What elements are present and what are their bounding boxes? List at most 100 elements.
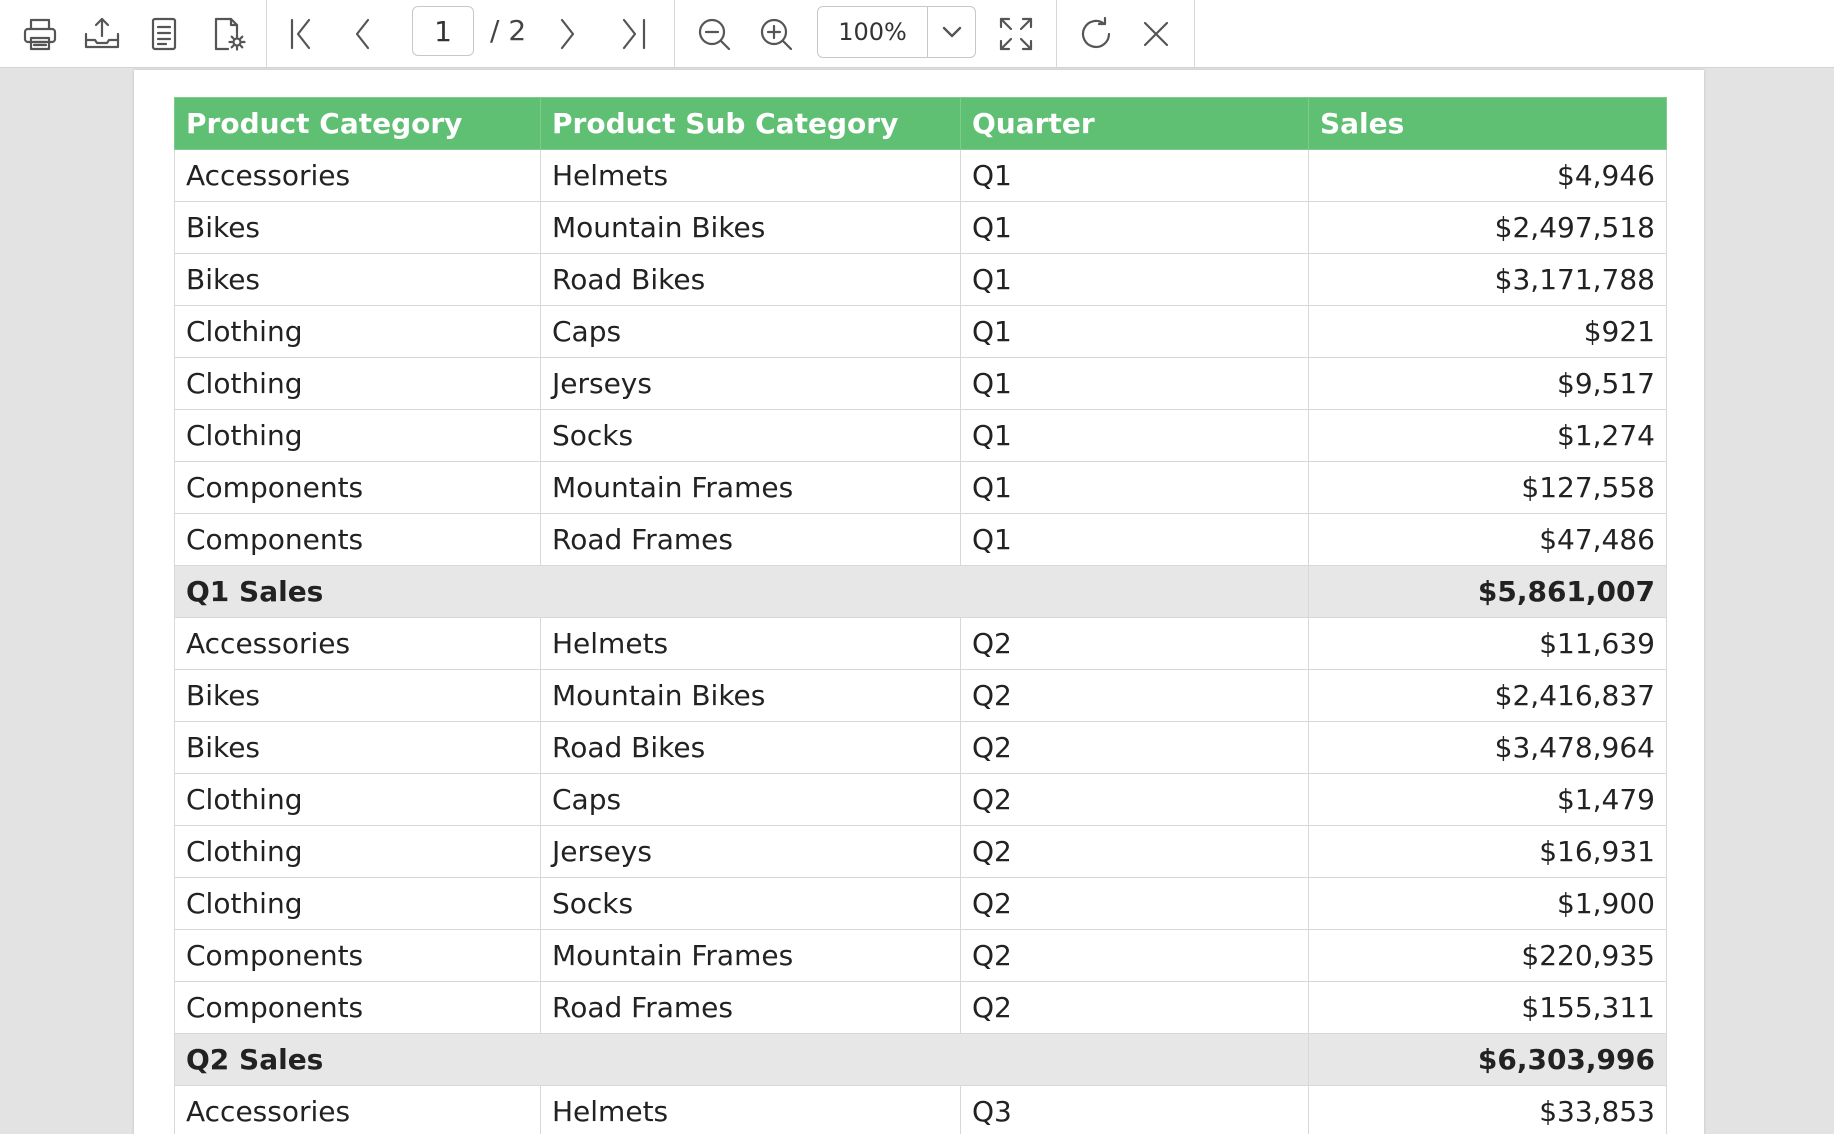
category-cell: Bikes — [174, 721, 541, 774]
sales-cell: $127,558 — [1308, 461, 1667, 514]
export-icon — [84, 17, 120, 49]
report-viewer[interactable]: Product Category Product Sub Category Qu… — [0, 68, 1834, 1134]
quarter-cell: Q1 — [960, 149, 1309, 202]
table-row: Bikes Mountain Bikes Q2 $2,416,837 — [174, 669, 1667, 722]
column-header: Sales — [1308, 97, 1667, 150]
sub-category-cell: Jerseys — [540, 825, 961, 878]
zoom-out-button[interactable] — [690, 10, 738, 58]
sub-category-cell: Socks — [540, 409, 961, 462]
sales-cell: $3,478,964 — [1308, 721, 1667, 774]
table-row: Bikes Road Bikes Q1 $3,171,788 — [174, 253, 1667, 306]
quarter-cell: Q2 — [960, 981, 1309, 1034]
quarter-cell: Q1 — [960, 409, 1309, 462]
sales-cell: $11,639 — [1308, 617, 1667, 670]
sub-category-cell: Caps — [540, 773, 961, 826]
column-header: Product Sub Category — [540, 97, 961, 150]
sub-category-cell: Mountain Bikes — [540, 669, 961, 722]
table-row: Bikes Mountain Bikes Q1 $2,497,518 — [174, 201, 1667, 254]
table-header-row: Product Category Product Sub Category Qu… — [174, 97, 1667, 150]
zoom-in-icon — [760, 18, 793, 51]
zoom-out-icon — [698, 18, 731, 51]
toolbar-separator — [1194, 0, 1195, 68]
category-cell: Bikes — [174, 669, 541, 722]
quarter-cell: Q3 — [960, 1085, 1309, 1134]
current-page-input[interactable] — [412, 6, 474, 56]
table-row: Clothing Socks Q1 $1,274 — [174, 409, 1667, 462]
sales-cell: $47,486 — [1308, 513, 1667, 566]
sub-category-cell: Mountain Frames — [540, 929, 961, 982]
document-icon — [151, 17, 177, 51]
close-button[interactable] — [1132, 10, 1180, 58]
table-row: Accessories Helmets Q1 $4,946 — [174, 149, 1667, 202]
sales-cell: $1,900 — [1308, 877, 1667, 930]
page-setup-button[interactable] — [204, 10, 252, 58]
chevron-down-icon — [942, 26, 961, 38]
quarter-cell: Q1 — [960, 357, 1309, 410]
table-row: Accessories Helmets Q3 $33,853 — [174, 1085, 1667, 1134]
sub-category-cell: Road Frames — [540, 513, 961, 566]
document-button[interactable] — [140, 10, 188, 58]
category-cell: Components — [174, 513, 541, 566]
table-row: Bikes Road Bikes Q2 $3,478,964 — [174, 721, 1667, 774]
sales-cell: $1,274 — [1308, 409, 1667, 462]
zoom-value: 100% — [818, 7, 928, 57]
page-setup-icon — [214, 17, 246, 51]
table-row: Components Mountain Frames Q2 $220,935 — [174, 929, 1667, 982]
category-cell: Clothing — [174, 357, 541, 410]
sales-cell: $2,497,518 — [1308, 201, 1667, 254]
sub-category-cell: Road Bikes — [540, 721, 961, 774]
quarter-cell: Q2 — [960, 721, 1309, 774]
category-cell: Clothing — [174, 877, 541, 930]
category-cell: Clothing — [174, 305, 541, 358]
subtotal-label: Q1 Sales — [174, 565, 1309, 618]
fit-page-button[interactable] — [992, 10, 1040, 58]
sales-cell: $9,517 — [1308, 357, 1667, 410]
quarter-cell: Q1 — [960, 513, 1309, 566]
refresh-button[interactable] — [1072, 10, 1120, 58]
sub-category-cell: Helmets — [540, 1085, 961, 1134]
quarter-cell: Q2 — [960, 825, 1309, 878]
toolbar-separator — [266, 0, 267, 68]
category-cell: Accessories — [174, 149, 541, 202]
sub-category-cell: Mountain Frames — [540, 461, 961, 514]
sales-cell: $155,311 — [1308, 981, 1667, 1034]
close-icon — [1143, 21, 1169, 47]
zoom-in-button[interactable] — [752, 10, 800, 58]
sub-category-cell: Helmets — [540, 149, 961, 202]
quarter-cell: Q2 — [960, 773, 1309, 826]
quarter-cell: Q2 — [960, 669, 1309, 722]
sales-cell: $921 — [1308, 305, 1667, 358]
sales-table: Product Category Product Sub Category Qu… — [174, 97, 1667, 1134]
subtotal-sales: $6,303,996 — [1308, 1033, 1667, 1086]
zoom-dropdown[interactable]: 100% — [817, 6, 976, 58]
export-button[interactable] — [78, 10, 126, 58]
previous-page-icon — [355, 18, 370, 50]
report-page: Product Category Product Sub Category Qu… — [134, 70, 1704, 1134]
sales-cell: $33,853 — [1308, 1085, 1667, 1134]
last-page-button[interactable] — [610, 10, 658, 58]
category-cell: Components — [174, 929, 541, 982]
previous-page-button[interactable] — [338, 10, 386, 58]
fit-page-icon — [999, 17, 1033, 51]
quarter-cell: Q1 — [960, 201, 1309, 254]
next-page-button[interactable] — [544, 10, 592, 58]
print-button[interactable] — [16, 10, 64, 58]
category-cell: Clothing — [174, 825, 541, 878]
column-header: Quarter — [960, 97, 1309, 150]
zoom-dropdown-toggle[interactable] — [928, 7, 975, 57]
toolbar-separator — [674, 0, 675, 68]
quarter-cell: Q1 — [960, 253, 1309, 306]
sales-cell: $2,416,837 — [1308, 669, 1667, 722]
sales-cell: $4,946 — [1308, 149, 1667, 202]
subtotal-row: Q1 Sales $5,861,007 — [174, 565, 1667, 618]
quarter-cell: Q2 — [960, 929, 1309, 982]
table-row: Clothing Jerseys Q2 $16,931 — [174, 825, 1667, 878]
quarter-cell: Q2 — [960, 617, 1309, 670]
category-cell: Components — [174, 461, 541, 514]
first-page-button[interactable] — [278, 10, 326, 58]
toolbar: / 2 100% — [0, 0, 1834, 68]
subtotal-sales: $5,861,007 — [1308, 565, 1667, 618]
table-row: Accessories Helmets Q2 $11,639 — [174, 617, 1667, 670]
quarter-cell: Q1 — [960, 305, 1309, 358]
category-cell: Clothing — [174, 409, 541, 462]
